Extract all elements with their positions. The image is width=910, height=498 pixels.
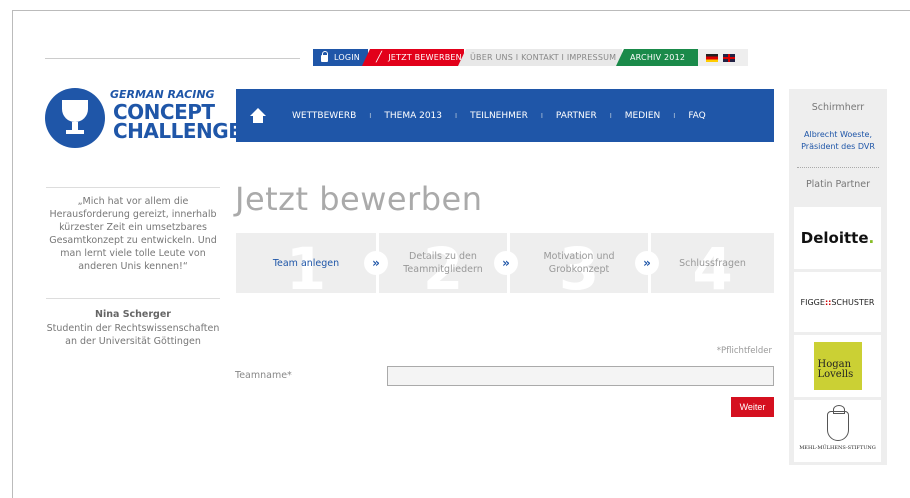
language-switcher — [698, 49, 748, 66]
next-button[interactable]: Weiter — [731, 397, 774, 417]
apply-label: JETZT BEWERBEN — [388, 53, 462, 62]
schirmherr-name[interactable]: Albrecht Woeste, Präsident des DVR — [789, 129, 887, 153]
sidebar-divider — [797, 167, 879, 168]
mehl-wordmark: MEHL-MÜLHENS-STIFTUNG — [799, 445, 876, 451]
teamname-input[interactable] — [387, 366, 774, 386]
sponsor-deloitte-logo[interactable]: Deloitte. — [794, 207, 881, 269]
archive-link[interactable]: ARCHIV 2012 — [616, 49, 698, 66]
step-arrow-icon: » — [364, 251, 388, 275]
sponsor-hogan-lovells-logo[interactable]: Hogan Lovells — [794, 335, 881, 397]
home-icon[interactable] — [250, 107, 266, 124]
deloitte-wordmark: Deloitte — [800, 229, 869, 247]
trophy-icon — [45, 88, 105, 148]
deloitte-dot: . — [868, 229, 875, 247]
nav-item-wettbewerb[interactable]: WETTBEWERB — [292, 111, 356, 121]
sponsor-figge-schuster-logo[interactable]: FIGGE:: SCHUSTER — [794, 272, 881, 332]
nav-item-partner[interactable]: PARTNER — [556, 111, 597, 121]
nav-item-thema[interactable]: THEMA 2013 — [384, 111, 442, 121]
testimonial-subtitle: Studentin der Rechtswissenschaften an de… — [46, 323, 220, 347]
step-2: 2 Details zu den Teammitgliedern — [379, 233, 507, 293]
sponsor-mehl-muelhens-logo[interactable]: MEHL-MÜLHENS-STIFTUNG — [794, 400, 881, 462]
page-title: Jetzt bewerben — [235, 180, 483, 218]
step-4: 4 Schlussfragen — [651, 233, 774, 293]
step-label: Schlussfragen — [679, 257, 746, 269]
nav-separator: I — [609, 111, 612, 120]
top-divider — [45, 58, 300, 59]
nav-item-faq[interactable]: FAQ — [688, 111, 705, 121]
teamname-label: Teamname* — [235, 370, 292, 381]
platin-partner-title: Platin Partner — [805, 179, 871, 190]
testimonial-quote: „Mich hat vor allem die Herausforderung … — [49, 196, 217, 272]
step-label: Team anlegen — [272, 257, 340, 269]
testimonial-name: Nina Scherger — [95, 309, 171, 320]
info-links[interactable]: ÜBER UNS I KONTAKT I IMPRESSUM — [458, 49, 622, 66]
german-flag-icon[interactable] — [706, 53, 718, 62]
site-logo[interactable]: GERMAN RACING CONCEPT CHALLENGE — [45, 88, 242, 158]
figge-wordmark: FIGGE — [800, 297, 825, 307]
nav-separator: I — [369, 111, 372, 120]
logo-line-3: CHALLENGE — [113, 119, 242, 143]
nav-separator: I — [673, 111, 676, 120]
archive-label: ARCHIV 2012 — [630, 53, 686, 62]
quote-divider-top — [46, 187, 220, 188]
schirmherr-title: Schirmherr — [811, 102, 865, 113]
lovells-text: Lovells — [817, 369, 854, 380]
required-fields-note: *Pflichtfelder — [716, 346, 772, 356]
apply-link[interactable]: ╱ JETZT BEWERBEN — [362, 49, 464, 66]
info-links-label[interactable]: ÜBER UNS I KONTAKT I IMPRESSUM — [470, 53, 616, 62]
nav-item-medien[interactable]: MEDIEN — [625, 111, 660, 121]
login-label: LOGIN — [333, 53, 360, 62]
login-link[interactable]: LOGIN — [313, 49, 368, 66]
lock-icon — [321, 51, 328, 62]
crest-icon — [826, 405, 849, 441]
schuster-wordmark: SCHUSTER — [831, 297, 875, 307]
pencil-icon: ╱ — [376, 52, 383, 63]
top-nav: LOGIN ╱ JETZT BEWERBEN ÜBER UNS I KONTAK… — [313, 49, 748, 66]
step-1[interactable]: 1 Team anlegen — [236, 233, 376, 293]
nav-separator: I — [455, 111, 458, 120]
nav-item-teilnehmer[interactable]: TEILNEHMER — [470, 111, 528, 121]
step-arrow-icon: » — [635, 251, 659, 275]
nav-separator: I — [540, 111, 543, 120]
partner-sidebar: Schirmherr Albrecht Woeste, Präsident de… — [789, 89, 887, 465]
step-arrow-icon: » — [494, 251, 518, 275]
logo-wordmark: CONCEPT CHALLENGE — [113, 102, 242, 143]
hogan-lovells-box: Hogan Lovells — [813, 342, 862, 390]
step-3: 3 Motivation und Grobkonzept — [510, 233, 648, 293]
step-label: Motivation und Grobkonzept — [543, 251, 615, 275]
quote-divider — [46, 298, 220, 299]
main-nav: WETTBEWERB I THEMA 2013 I TEILNEHMER I P… — [236, 89, 774, 142]
uk-flag-icon[interactable] — [723, 53, 735, 62]
step-label: Details zu den Teammitgliedern — [403, 251, 483, 275]
